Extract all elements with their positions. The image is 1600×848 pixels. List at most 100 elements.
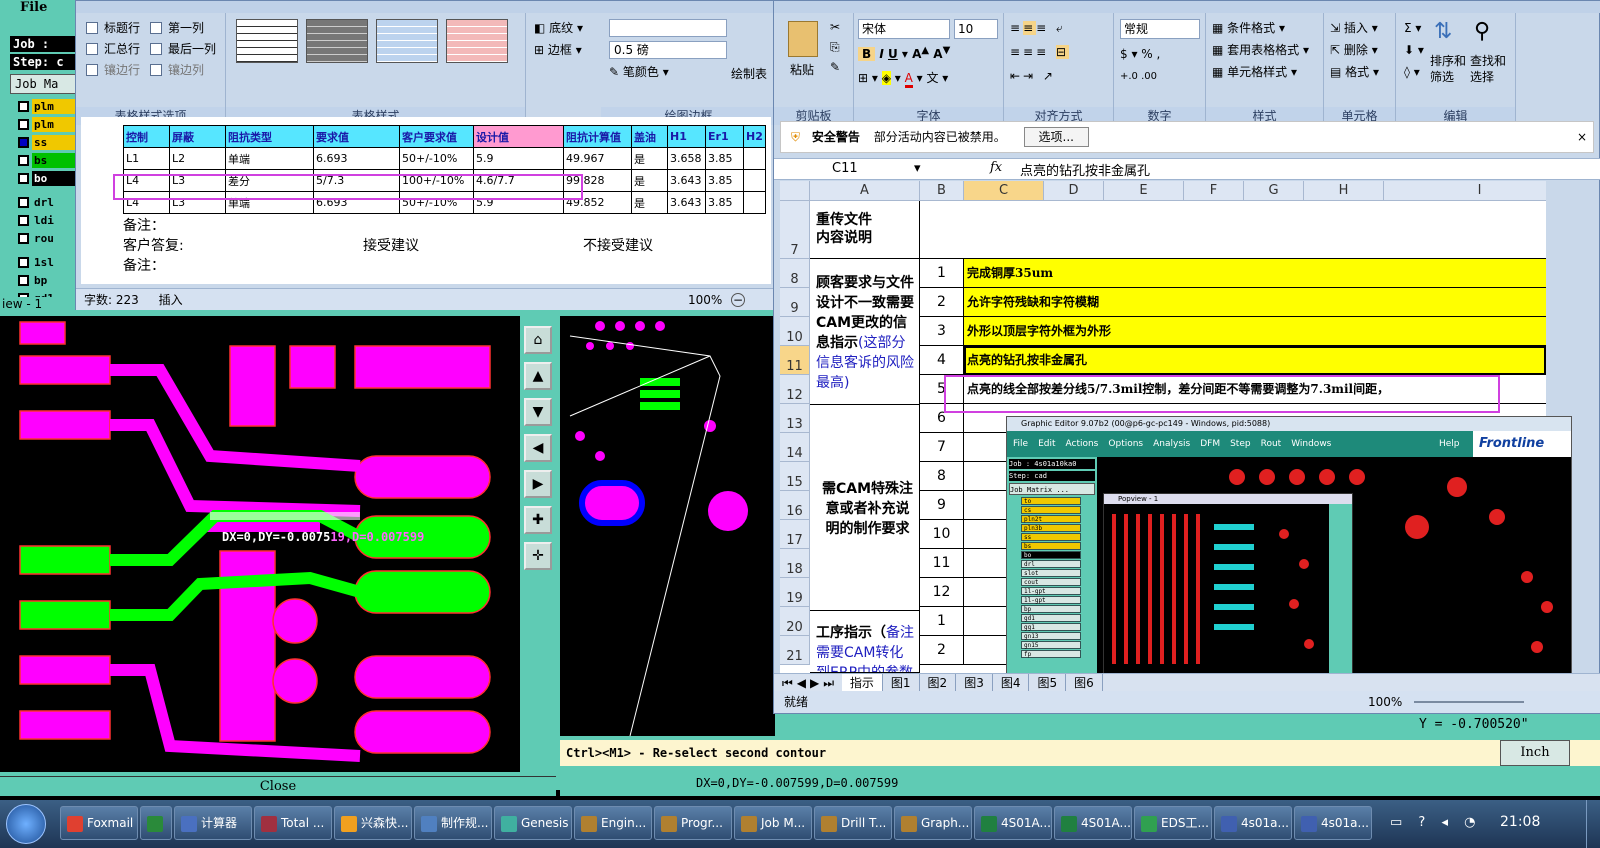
taskbar-item[interactable]: Genesis [494, 806, 572, 840]
insert-cells-button[interactable]: ⇲ 插入 ▾ [1330, 17, 1379, 39]
table-cell[interactable]: 6.693 [313, 147, 400, 170]
taskbar-item[interactable]: Drill T... [814, 806, 892, 840]
layer-name[interactable]: bp [32, 272, 80, 288]
tray-icons[interactable]: ▭ ? ◂ ◔ [1390, 815, 1481, 830]
column-header-i[interactable]: I [1384, 181, 1546, 201]
layer-name[interactable]: rou [32, 230, 80, 246]
option-header-row[interactable]: 标题行 [86, 17, 150, 38]
cell-c[interactable] [964, 636, 1008, 665]
layer-checkbox[interactable] [18, 232, 29, 244]
line-style-select[interactable] [609, 19, 727, 37]
security-options-button[interactable]: 选项... [1023, 127, 1089, 147]
sheet-nav-icons[interactable]: ⏮◀▶⏭ [782, 676, 838, 690]
word-document[interactable]: 控制 屏蔽 阻抗类型 要求值 客户要求值 设计值 阻抗计算值 盖油 H1 Er1 H2 L1 L2 单端… [81, 117, 771, 284]
table-style-swatch[interactable] [446, 19, 508, 63]
layer-checkbox[interactable] [18, 118, 29, 130]
table-style-swatch[interactable] [306, 19, 368, 63]
layer-checkbox[interactable] [18, 154, 29, 166]
zoom-fit-icon[interactable]: ✛ [524, 542, 552, 570]
pan-left-icon[interactable]: ◀ [524, 434, 552, 462]
taskbar-item[interactable]: 计算器 [174, 806, 252, 840]
font-style-buttons[interactable]: B I U ▾ A▲ A▼ [858, 45, 950, 61]
taskbar-item[interactable]: Progr... [654, 806, 732, 840]
taskbar-item[interactable]: 4s01a... [1294, 806, 1372, 840]
row-header[interactable]: 9 [780, 288, 810, 317]
layer-row[interactable]: ldi [10, 212, 80, 228]
row-header[interactable]: 8 [780, 259, 810, 288]
layer-row[interactable]: rou [10, 230, 80, 246]
cell-c[interactable] [964, 433, 1008, 462]
table-cell[interactable]: 3.658 [667, 147, 706, 170]
draw-table-button[interactable]: 绘制表 [731, 65, 767, 82]
font-name-select[interactable]: 宋体 [858, 19, 950, 39]
table-cell[interactable]: L1 [123, 147, 170, 170]
taskbar-item[interactable]: Graph... [894, 806, 972, 840]
layer-name[interactable]: bs [32, 152, 80, 168]
pan-down-icon[interactable]: ▼ [524, 398, 552, 426]
horizontal-align-buttons[interactable]: ≡≡≡ ⊟ [1010, 45, 1070, 59]
border-button[interactable]: ⊞ 边框 ▾ [534, 39, 604, 61]
layer-checkbox[interactable] [18, 256, 29, 268]
zoom-in-icon[interactable]: ✚ [524, 506, 552, 534]
layer-name[interactable]: drl [32, 194, 80, 210]
cell-b[interactable]: 2 [920, 636, 964, 665]
row-header[interactable]: 14 [780, 433, 810, 462]
table-cell[interactable]: 3.643 [667, 169, 706, 192]
row-header[interactable]: 10 [780, 317, 810, 346]
layer-name[interactable]: plm [32, 98, 80, 114]
cell-b[interactable]: 1 [920, 607, 964, 636]
cell-c[interactable] [964, 607, 1008, 636]
start-button[interactable] [6, 804, 46, 844]
word-zoom[interactable]: 100% [688, 289, 722, 311]
sheet-tab[interactable]: 图3 [956, 674, 993, 692]
pcb-graphic-view[interactable]: DX=0,DY=-0.007519,D=0.007599 [0, 316, 520, 772]
column-header-f[interactable]: F [1184, 181, 1244, 201]
row-header[interactable]: 18 [780, 549, 810, 578]
column-header-c[interactable]: C [964, 181, 1044, 201]
cell-b[interactable]: 10 [920, 520, 964, 549]
pcb-secondary-view[interactable] [560, 316, 775, 736]
table-cell[interactable]: 3.85 [705, 191, 744, 214]
zoom-out-icon[interactable]: − [731, 293, 745, 307]
layer-checkbox[interactable] [18, 136, 29, 148]
layer-row[interactable]: ss [10, 134, 80, 150]
cell-b[interactable]: 9 [920, 491, 964, 520]
cell-c[interactable] [964, 520, 1008, 549]
find-select-label[interactable]: 查找和 选择 [1470, 53, 1506, 85]
excel-zoom[interactable]: 100% [1368, 691, 1402, 713]
layer-checkbox[interactable] [18, 214, 29, 226]
cell-b[interactable]: 11 [920, 549, 964, 578]
row-header[interactable]: 13 [780, 404, 810, 433]
layer-name[interactable]: ldi [32, 212, 80, 228]
zoom-home-icon[interactable]: ⌂ [524, 326, 552, 354]
indent-buttons[interactable]: ⇤⇥ ↗ [1010, 69, 1056, 83]
zoom-slider[interactable] [1414, 701, 1524, 703]
cell-b[interactable]: 7 [920, 433, 964, 462]
close-icon[interactable]: × [1577, 122, 1587, 152]
border-fill-color-buttons[interactable]: ⊞ ▾ ◈ ▾ A ▾ 文 ▾ [858, 69, 948, 88]
column-header-e[interactable]: E [1104, 181, 1184, 201]
taskbar-item[interactable]: 制作规... [414, 806, 492, 840]
menu-file[interactable]: File [20, 0, 47, 15]
sheet-tab[interactable]: 指示 [841, 674, 883, 692]
row-header[interactable]: 17 [780, 520, 810, 549]
cell-b[interactable]: 12 [920, 578, 964, 607]
fx-label[interactable]: fx [990, 160, 1002, 175]
table-cell[interactable]: 3.85 [705, 169, 744, 192]
taskbar-item[interactable]: 4S01A... [1054, 806, 1132, 840]
table-cell[interactable]: 49.967 [563, 147, 632, 170]
cell-b[interactable]: 8 [920, 462, 964, 491]
cell-a7[interactable]: 重传文件 内容说明 [810, 201, 920, 259]
row-header[interactable]: 19 [780, 578, 810, 607]
shading-button[interactable]: ◧ 底纹 ▾ [534, 17, 604, 39]
row-header[interactable]: 15 [780, 462, 810, 491]
name-box-dropdown-icon[interactable]: ▾ [914, 161, 921, 176]
cell-c[interactable] [964, 549, 1008, 578]
column-header-b[interactable]: B [920, 181, 964, 201]
table-cell[interactable]: 是 [631, 191, 668, 214]
vertical-align-buttons[interactable]: ≡≡≡ ⤶ [1010, 21, 1066, 36]
row-header[interactable]: 21 [780, 636, 810, 665]
cell-b[interactable]: 4 [920, 346, 964, 375]
cell-c[interactable] [964, 578, 1008, 607]
taskbar-item[interactable]: Foxmail [60, 806, 138, 840]
